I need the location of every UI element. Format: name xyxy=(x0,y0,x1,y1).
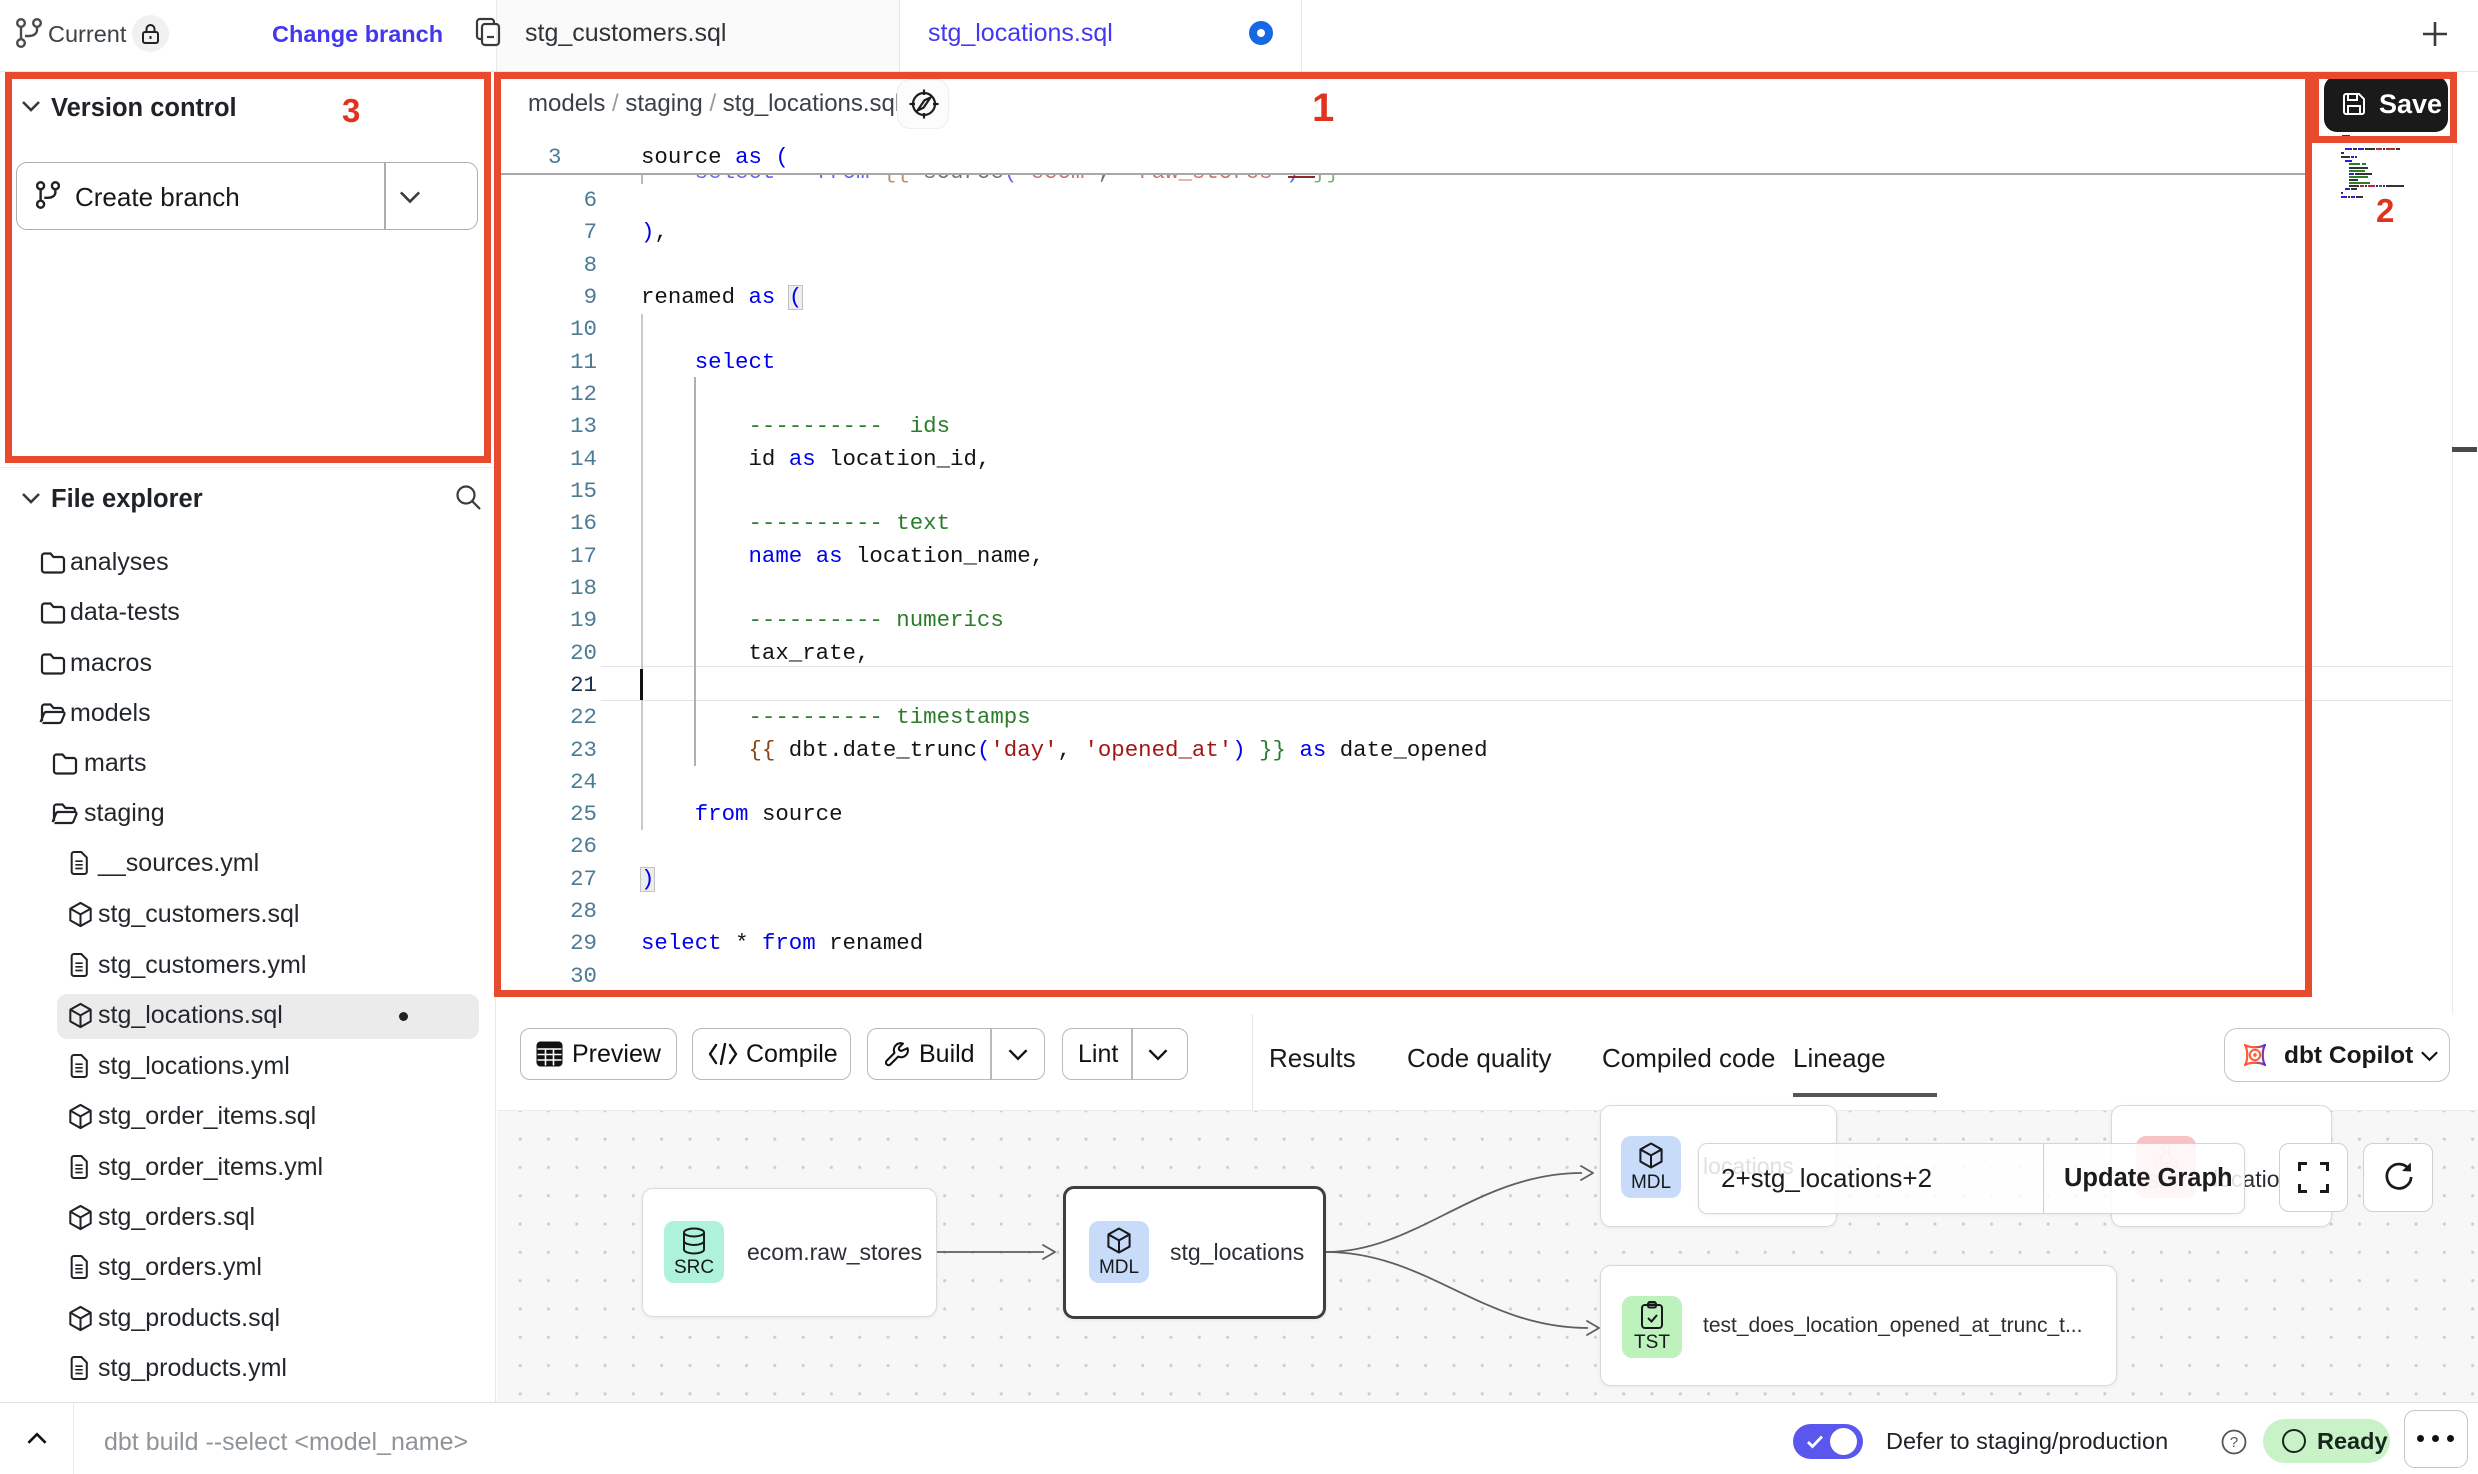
svg-text:?: ? xyxy=(2230,1434,2238,1451)
